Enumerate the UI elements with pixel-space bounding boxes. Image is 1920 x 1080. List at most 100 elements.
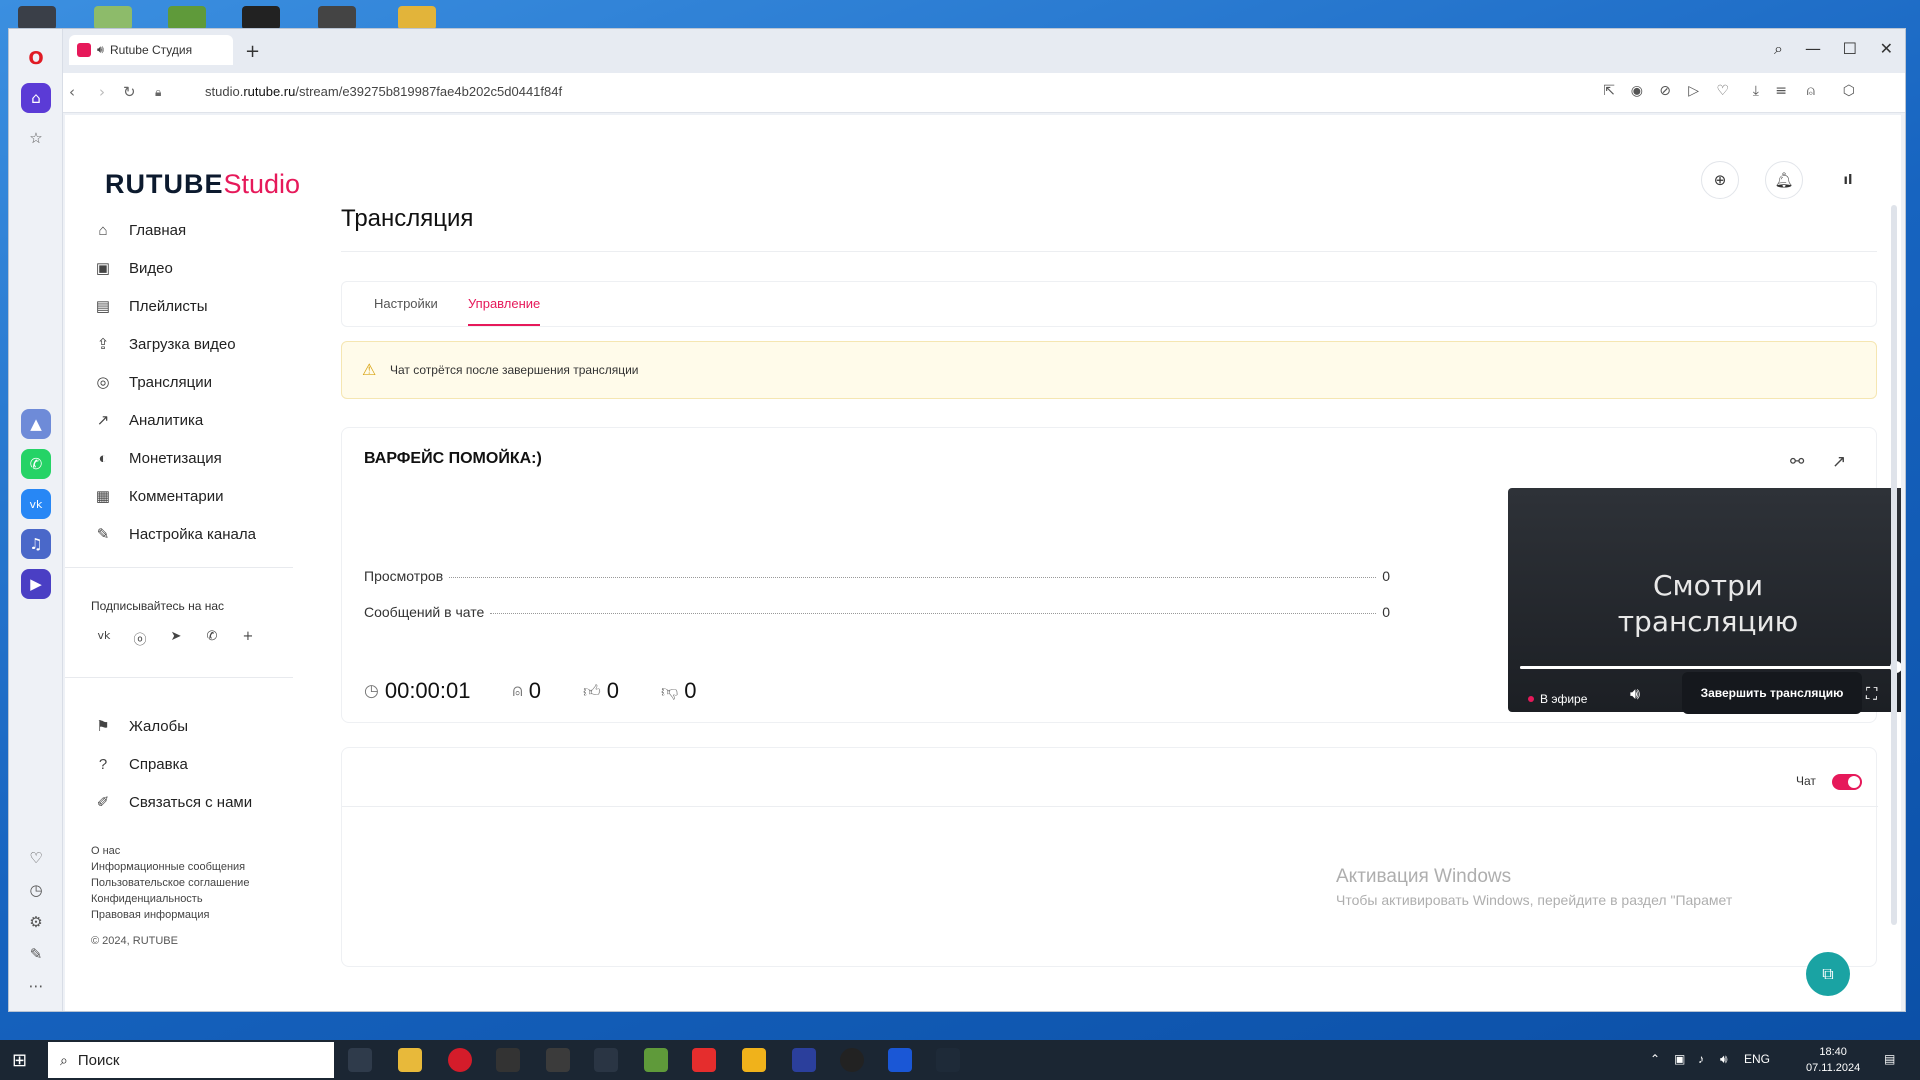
avatar[interactable]: ıl [1829,161,1867,199]
epic-games-icon[interactable] [496,1048,520,1072]
steam-like-icon[interactable] [594,1048,618,1072]
sidebar-item-analytics[interactable]: ↗ Аналитика [91,401,291,439]
app-icon[interactable] [742,1048,766,1072]
browser-tab[interactable]: 🔊︎ Rutube Студия [69,35,233,65]
footer-link[interactable]: Правовая информация [91,907,249,923]
download-icon[interactable]: ⤓ [1753,83,1759,99]
open-external-icon[interactable]: ↗ [1832,452,1846,472]
chat-toggle[interactable] [1832,774,1862,790]
vk-icon[interactable]: vk [93,629,115,651]
file-explorer-icon[interactable] [398,1048,422,1072]
adblock-icon[interactable]: ⊘ [1659,83,1671,99]
volume-icon[interactable]: 🔊︎ [1720,1052,1728,1067]
tray-chevron-icon[interactable]: ⌃ [1650,1052,1660,1066]
support-chat-icon[interactable]: ⧉ [1806,952,1850,996]
settings-icon[interactable]: ⚙ [21,907,51,937]
tab-settings[interactable]: Настройки [374,296,438,311]
sidebar-item-contact[interactable]: ✐ Связаться с нами [91,783,291,821]
footer-link[interactable]: Информационные сообщения [91,859,249,875]
desktop-app-icon[interactable] [398,6,436,30]
broadcast-icon: ◎ [96,374,110,391]
bookmark-heart-icon[interactable]: ♡ [1716,83,1729,99]
language-indicator[interactable]: ENG [1744,1052,1770,1066]
windows-activation-watermark: Активация Windows Чтобы активировать Win… [1336,866,1733,908]
game-launcher-icon[interactable] [546,1048,570,1072]
sidebar-item-home[interactable]: ⌂ Главная [91,211,291,249]
more-icon[interactable]: ⋯ [21,971,51,1001]
mic-icon[interactable]: ♪ [1698,1052,1704,1066]
reload-icon[interactable]: ↻ [123,83,136,101]
music-icon[interactable]: ♫ [21,529,51,559]
menu-icon[interactable]: ≡ [1775,83,1787,99]
notifications-icon[interactable]: ▤ [1884,1052,1895,1066]
home-icon[interactable]: ⌂ [21,83,51,113]
minimize-icon[interactable]: — [1805,39,1821,58]
whatsapp-icon[interactable]: ✆ [21,449,51,479]
sidebar-item-monetization[interactable]: ◐ Монетизация [91,439,291,477]
taskbar-search[interactable]: ⌕ Поиск [48,1042,334,1078]
sidebar-item-complaints[interactable]: ⚑ Жалобы [91,707,291,745]
telegram-icon[interactable]: ➤ [165,629,187,651]
heart-icon[interactable]: ♡ [21,843,51,873]
back-icon[interactable]: ‹ [69,83,75,101]
sidebar-item-help[interactable]: ? Справка [91,745,291,783]
opera-logo-icon[interactable]: O [21,43,51,73]
profile-icon[interactable]: ⍝ [1807,83,1815,99]
aria-icon[interactable]: ▲ [21,409,51,439]
desktop-app-icon[interactable] [168,6,206,30]
minecraft-icon[interactable] [644,1048,668,1072]
footer-link[interactable]: Пользовательское соглашение [91,875,249,891]
player-icon[interactable]: ▶ [21,569,51,599]
notifications-icon[interactable]: 🔔︎ [1765,161,1803,199]
fullscreen-icon[interactable]: ⛶ [1866,684,1877,704]
play-icon[interactable]: ▷ [1688,83,1699,99]
desktop-app-icon[interactable] [94,6,132,30]
end-stream-button[interactable]: Завершить трансляцию [1682,672,1862,714]
sidebar-item-channel-settings[interactable]: ✎ Настройка канала [91,515,291,553]
desktop-app-icon[interactable] [242,6,280,30]
tips-icon[interactable]: ✎ [21,939,51,969]
rutube-studio-logo[interactable]: RUTUBEStudio [105,169,300,200]
progress-bar[interactable] [1520,666,1896,669]
task-view-icon[interactable] [348,1048,372,1072]
windows-start-icon[interactable]: ⊞ [12,1050,27,1071]
forward-icon[interactable]: › [99,83,105,101]
sidebar-item-upload[interactable]: ⇪ Загрузка видео [91,325,291,363]
history-icon[interactable]: ◷ [21,875,51,905]
maximize-icon[interactable]: ☐ [1843,39,1857,58]
tab-management[interactable]: Управление [468,296,540,311]
share-icon[interactable]: ⚯ [1790,452,1804,472]
more-social-icon[interactable]: + [237,629,259,651]
new-tab-icon[interactable]: + [245,41,260,62]
footer-link[interactable]: О нас [91,843,249,859]
desktop-app-icon[interactable] [318,6,356,30]
vk-icon[interactable]: vk [21,489,51,519]
sidebar-item-playlists[interactable]: ▤ Плейлисты [91,287,291,325]
desktop-app-icon[interactable] [18,6,56,30]
app-icon[interactable] [888,1048,912,1072]
viber-icon[interactable]: ✆ [201,629,223,651]
sidebar-item-comments[interactable]: ▦ Комментарии [91,477,291,515]
search-tabs-icon[interactable]: ⌕ [1774,39,1783,59]
sidebar-item-broadcasts[interactable]: ◎ Трансляции [91,363,291,401]
star-icon[interactable]: ☆ [21,123,51,153]
app-icon[interactable] [840,1048,864,1072]
odnoklassniki-icon[interactable]: ⓞ [129,629,151,651]
sidebar-item-video[interactable]: ▣ Видео [91,249,291,287]
extensions-icon[interactable]: ⬡ [1843,83,1855,99]
scrollbar[interactable] [1891,205,1897,925]
camera-icon[interactable]: ◉ [1631,83,1643,99]
footer-link[interactable]: Конфиденциальность [91,891,249,907]
app-icon[interactable] [936,1048,960,1072]
speaker-icon[interactable]: 🔊︎ [97,44,104,57]
app-icon[interactable] [792,1048,816,1072]
share-page-icon[interactable]: ⇱ [1603,83,1615,99]
add-content-icon[interactable]: ⊕ [1701,161,1739,199]
volume-icon[interactable]: 🔊︎ [1630,684,1640,704]
yandex-icon[interactable] [692,1048,716,1072]
close-icon[interactable]: ✕ [1880,39,1893,58]
opera-icon[interactable] [448,1048,472,1072]
network-icon[interactable]: ▣ [1674,1052,1685,1066]
clock[interactable]: 18:40 07.11.2024 [1806,1044,1860,1076]
url-field[interactable]: studio.rutube.ru/stream/e39275b819987fae… [205,84,562,99]
